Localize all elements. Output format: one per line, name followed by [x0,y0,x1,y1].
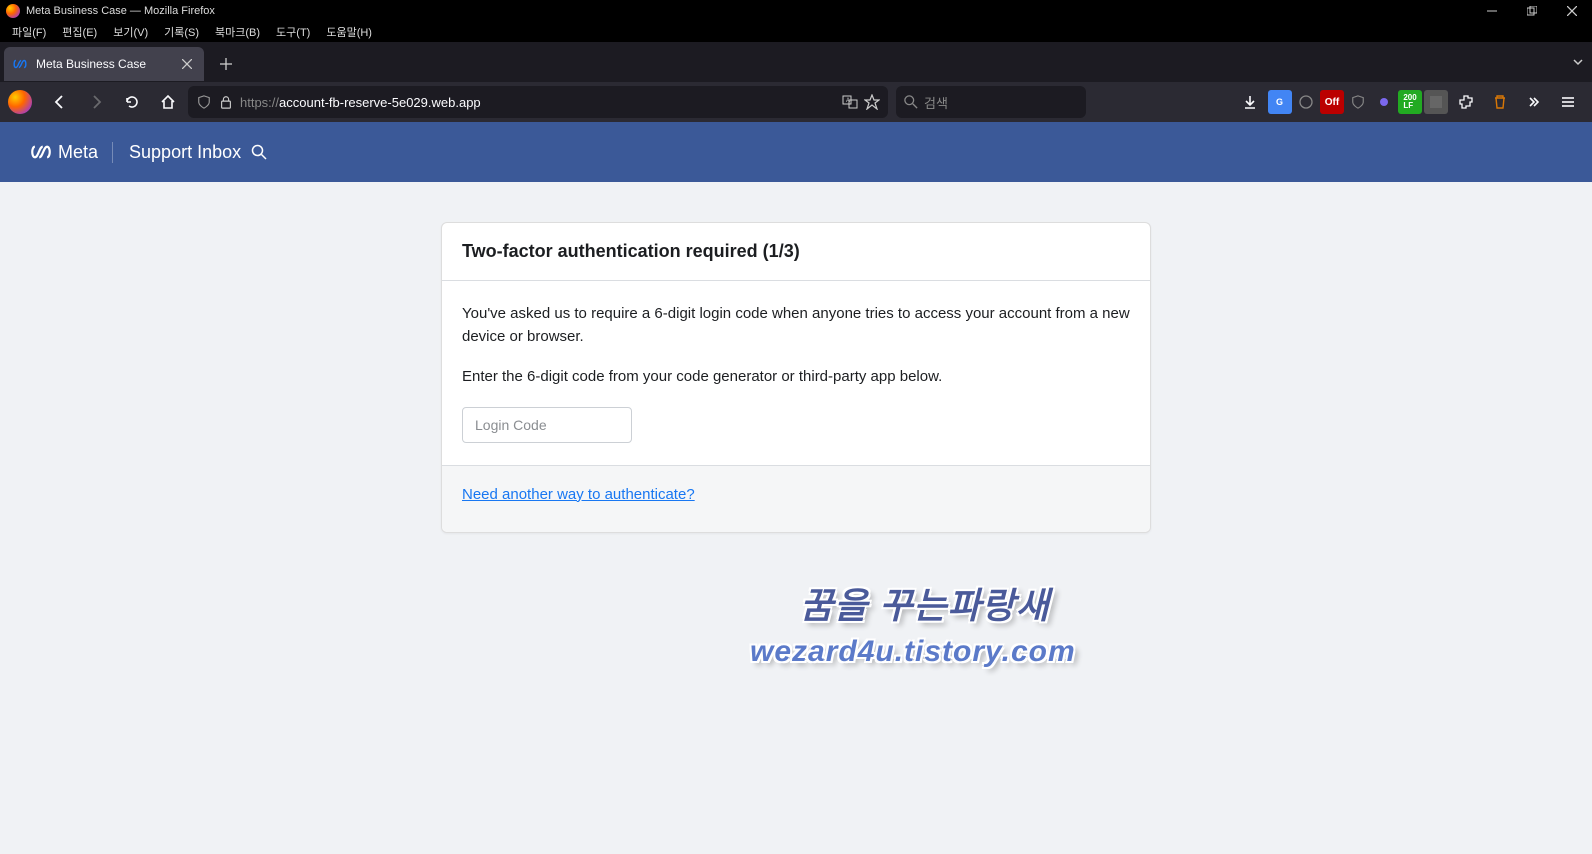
svg-text:G: G [1276,97,1283,107]
overflow-button[interactable] [1518,86,1550,118]
minimize-button[interactable] [1472,0,1512,22]
lock-icon[interactable] [218,94,234,110]
reload-button[interactable] [116,86,148,118]
maximize-button[interactable] [1512,0,1552,22]
firefox-logo-icon [6,4,20,18]
menu-file[interactable]: 파일(F) [4,22,54,42]
translate-icon[interactable]: A [842,94,858,110]
url-bar[interactable]: https://account-fb-reserve-5e029.web.app… [188,86,888,118]
menu-edit[interactable]: 편집(E) [54,22,105,42]
tab-title: Meta Business Case [36,57,146,71]
browser-tabbar: Meta Business Case [0,42,1592,82]
extensions-button[interactable] [1450,86,1482,118]
browser-toolbar: https://account-fb-reserve-5e029.web.app… [0,82,1592,122]
search-icon[interactable] [251,144,267,160]
browser-tab[interactable]: Meta Business Case [4,47,204,81]
extension-badge-icon[interactable] [1424,90,1448,114]
meta-favicon-icon [12,56,28,72]
firefox-logo-icon [8,90,32,114]
forward-button[interactable] [80,86,112,118]
browser-menubar: 파일(F) 편집(E) 보기(V) 기록(S) 북마크(B) 도구(T) 도움말… [0,22,1592,42]
extension-dot-icon[interactable] [1372,90,1396,114]
tabs-dropdown-button[interactable] [1572,55,1584,73]
window-title: Meta Business Case — Mozilla Firefox [26,5,215,17]
search-bar[interactable]: 검색 [896,86,1086,118]
meta-brand-text: Meta [58,142,98,163]
page-content: Meta Support Inbox Two-factor authentica… [0,122,1592,854]
close-button[interactable] [1552,0,1592,22]
alternate-auth-link[interactable]: Need another way to authenticate? [462,486,695,503]
watermark: 꿈을 꾸는파랑새 wezard4u.tistory.com [800,577,1076,669]
home-button[interactable] [152,86,184,118]
bookmark-star-icon[interactable] [864,94,880,110]
card-title: Two-factor authentication required (1/3) [462,241,1130,262]
meta-header: Meta Support Inbox [0,122,1592,182]
tab-close-button[interactable] [178,55,196,73]
menu-view[interactable]: 보기(V) [105,22,156,42]
window-titlebar: Meta Business Case — Mozilla Firefox [0,0,1592,22]
search-placeholder: 검색 [924,93,948,112]
card-paragraph-1: You've asked us to require a 6-digit log… [462,303,1130,348]
auth-card: Two-factor authentication required (1/3)… [441,222,1151,533]
login-code-input[interactable] [462,407,632,443]
hamburger-menu-button[interactable] [1552,86,1584,118]
extension-icon[interactable] [1294,90,1318,114]
new-tab-button[interactable] [212,50,240,78]
extension-ublock-icon[interactable]: Off [1320,90,1344,114]
extension-translate-icon[interactable]: G [1268,90,1292,114]
watermark-line-1: 꿈을 꾸는파랑새 [800,577,1076,629]
meta-infinity-icon [30,145,52,159]
menu-help[interactable]: 도움말(H) [318,22,380,42]
extension-trash-icon[interactable] [1484,86,1516,118]
url-text: https://account-fb-reserve-5e029.web.app [240,95,836,110]
svg-text:A: A [846,98,850,104]
search-icon [904,95,918,109]
extension-shield-icon[interactable] [1346,90,1370,114]
watermark-line-2: wezard4u.tistory.com [750,635,1076,669]
menu-bookmarks[interactable]: 북마크(B) [207,22,268,42]
card-header: Two-factor authentication required (1/3) [442,223,1150,281]
support-inbox-title: Support Inbox [129,142,267,163]
downloads-button[interactable] [1234,86,1266,118]
menu-tools[interactable]: 도구(T) [268,22,318,42]
meta-logo[interactable]: Meta [30,142,113,163]
card-paragraph-2: Enter the 6-digit code from your code ge… [462,366,1130,389]
extension-200-icon[interactable]: 200LF [1398,90,1422,114]
shield-icon[interactable] [196,94,212,110]
back-button[interactable] [44,86,76,118]
menu-history[interactable]: 기록(S) [156,22,207,42]
